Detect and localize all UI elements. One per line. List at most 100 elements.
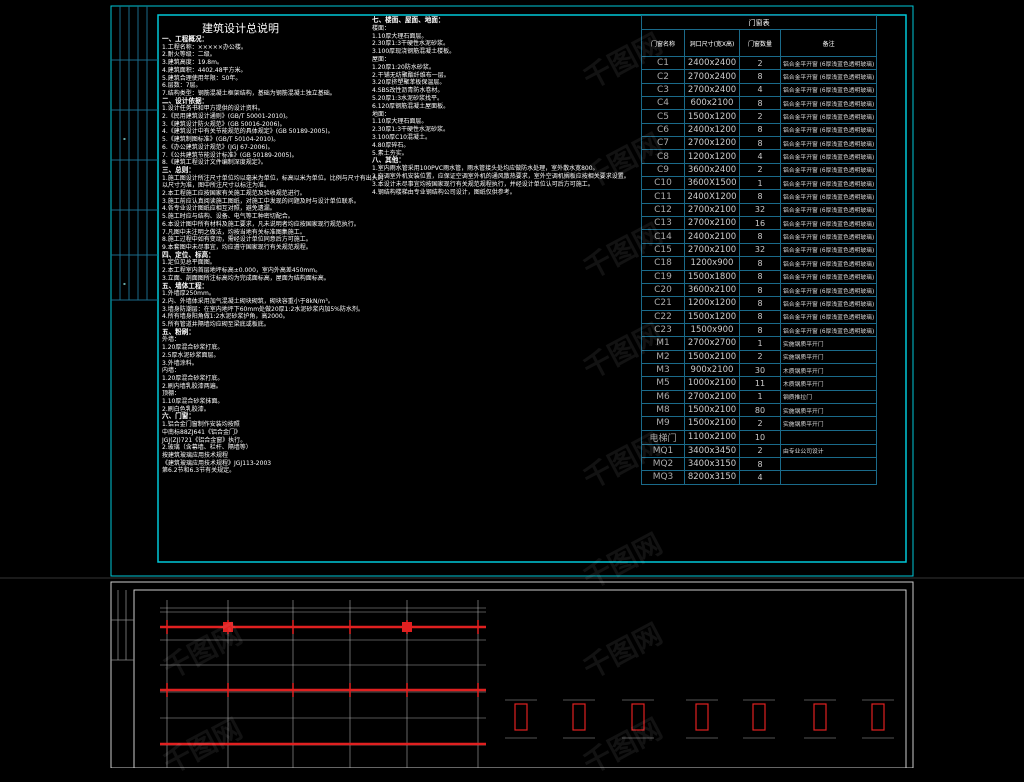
- schedule-size-cell: 2400x1200: [684, 122, 740, 138]
- schedule-qty-cell: 8: [739, 189, 781, 204]
- schedule-remark-cell: 铝合金平开窗 (6厚浅蓝色透明玻璃): [779, 136, 878, 151]
- notes-line: 2.5厚水泥砂浆面层。: [162, 351, 220, 359]
- schedule-row: C21 1200x1200 8 铝合金平开窗 (6厚浅蓝色透明玻璃): [641, 296, 878, 311]
- schedule-remark-cell: 实施钢质平开门: [779, 416, 878, 431]
- notes-line: 1.外墙厚250mm。: [162, 290, 215, 298]
- schedule-qty-cell: 2: [739, 55, 781, 71]
- schedule-size-cell: 1100x2100: [684, 429, 740, 445]
- schedule-header-cell: 洞口尺寸(宽X高): [684, 29, 740, 57]
- schedule-name-cell: C18: [641, 256, 685, 271]
- schedule-row: C1 2400x2400 2 铝合金平开窗 (6厚浅蓝色透明玻璃): [641, 55, 878, 71]
- schedule-row: MQ1 3400x3450 2 由专业公司设计: [641, 443, 878, 458]
- schedule-qty-cell: 2: [739, 162, 781, 178]
- schedule-size-cell: 2400x2400: [684, 55, 740, 71]
- schedule-row: C10 3600X1500 1 铝合金平开窗 (6厚浅蓝色透明玻璃): [641, 176, 878, 191]
- schedule-size-cell: 1200x1200: [684, 296, 740, 311]
- schedule-name-cell: C7: [641, 136, 685, 151]
- schedule-name-cell: M6: [641, 389, 685, 404]
- schedule-row: M1 2700x2700 1 实施钢质平开门: [641, 336, 878, 351]
- schedule-name-cell: C21: [641, 296, 685, 311]
- schedule-remark-cell: 铝合金平开窗 (6厚浅蓝色透明玻璃): [779, 202, 878, 218]
- schedule-row: 电梯门 1100x2100 10: [641, 429, 878, 445]
- schedule-qty-cell: 8: [739, 309, 781, 324]
- notes-line: 1.铝合金门窗制作安装均按照: [162, 421, 240, 429]
- notes-line: 6.层数：7层。: [162, 82, 202, 90]
- schedule-size-cell: 1500x2100: [684, 416, 740, 431]
- schedule-header-row: 门窗名称 洞口尺寸(宽X高) 门窗数量 备注: [641, 29, 878, 57]
- schedule-title: 门窗表: [640, 15, 878, 30]
- beam-plan: [160, 600, 486, 768]
- schedule-name-cell: M2: [641, 349, 685, 364]
- notes-heading: 八、其他：: [372, 156, 405, 165]
- schedule-remark-cell: 铝合金平开窗 (6厚浅蓝色透明玻璃): [779, 216, 878, 231]
- schedule-size-cell: 2700x2100: [684, 389, 740, 404]
- schedule-row: C13 2700x2100 16 铝合金平开窗 (6厚浅蓝色透明玻璃): [641, 216, 878, 231]
- schedule-row: C3 2700x2400 4 铝合金平开窗 (6厚浅蓝色透明玻璃): [641, 82, 878, 98]
- schedule-qty-cell: 80: [739, 402, 781, 418]
- schedule-name-cell: C4: [641, 96, 685, 111]
- notes-line: 顶棚：: [162, 390, 181, 398]
- schedule-size-cell: 3400x3450: [684, 443, 740, 458]
- notes-line: 2.耐火等级：二级。: [162, 51, 216, 59]
- schedule-name-cell: C22: [641, 309, 685, 324]
- notes-line: 8.施工过程中如有变动，需经设计单位同意后方可施工。: [162, 236, 312, 244]
- schedule-row: M6 2700x2100 1 钢质推拉门: [641, 389, 878, 404]
- schedule-qty-cell: 1: [739, 389, 781, 404]
- schedule-size-cell: 1500x1800: [684, 269, 740, 284]
- schedule-remark-cell: 铝合金平开窗 (6厚浅蓝色透明玻璃): [779, 82, 878, 98]
- notes-line: 1.10厚混合砂浆抹面。: [162, 398, 224, 406]
- schedule-qty-cell: 32: [739, 202, 781, 218]
- schedule-qty-cell: 11: [739, 376, 781, 391]
- schedule-size-cell: 900x2100: [684, 362, 740, 378]
- schedule-name-cell: C5: [641, 109, 685, 124]
- schedule-size-cell: 2400x2100: [684, 229, 740, 244]
- schedule-remark-cell: 铝合金平开窗 (6厚浅蓝色透明玻璃): [779, 69, 878, 84]
- schedule-row: C23 1500x900 8 铝合金平开窗 (6厚浅蓝色透明玻璃): [641, 322, 878, 338]
- schedule-size-cell: 8200x3150: [684, 470, 740, 485]
- notes-heading: 一、工程概况：: [162, 35, 209, 43]
- document-title: 建筑设计总说明: [202, 22, 279, 35]
- notes-line: 3.建筑高度：19.8m。: [162, 59, 223, 67]
- schedule-size-cell: 2700x1200: [684, 136, 740, 151]
- notes-line: 4.建筑面积：4402.48平方米。: [162, 66, 247, 74]
- notes-line: 1.20厚混合砂浆打底。: [162, 344, 224, 352]
- schedule-remark-cell: 铝合金平开窗 (6厚浅蓝色透明玻璃): [779, 109, 878, 124]
- notes-line: 内墙：: [162, 367, 181, 375]
- schedule-row: M8 1500x2100 80 实施钢质平开门: [641, 402, 878, 418]
- title-strip-lower: [111, 590, 134, 661]
- notes-heading: 六、门窗：: [162, 412, 195, 421]
- schedule-row: C7 2700x1200 8 铝合金平开窗 (6厚浅蓝色透明玻璃): [641, 136, 878, 151]
- schedule-row: C14 2400x2100 8 铝合金平开窗 (6厚浅蓝色透明玻璃): [641, 229, 878, 244]
- schedule-remark-cell: [779, 429, 878, 445]
- schedule-name-cell: M1: [641, 336, 685, 351]
- schedule-name-cell: M9: [641, 416, 685, 431]
- schedule-qty-cell: 2: [739, 109, 781, 124]
- schedule-row: M2 1500x2100 2 实施钢质平开门: [641, 349, 878, 364]
- notes-heading: 七、楼面、屋面、地面：: [372, 16, 445, 24]
- schedule-remark-cell: [779, 456, 878, 472]
- schedule-size-cell: 600x2100: [684, 96, 740, 111]
- schedule-size-cell: 2400X1200: [684, 189, 740, 204]
- schedule-remark-cell: 铝合金平开窗 (6厚浅蓝色透明玻璃): [779, 96, 878, 111]
- schedule-size-cell: 3600X1500: [684, 176, 740, 191]
- notes-line: 4.《建筑设计中有关节能规范的具体规定》(GB 50189-2005)。: [162, 128, 334, 136]
- schedule-remark-cell: 铝合金平开窗 (6厚浅蓝色透明玻璃): [779, 176, 878, 191]
- notes-line: 4.钢结构楼梯由专业钢结构公司设计，图纸仅供参考。: [372, 188, 516, 196]
- schedule-qty-cell: 30: [739, 362, 781, 378]
- strip-text: ▪: [123, 136, 126, 141]
- schedule-row: C15 2700x2100 32 铝合金平开窗 (6厚浅蓝色透明玻璃): [641, 242, 878, 258]
- sheet-inner-frame-lower: [133, 589, 907, 768]
- schedule-name-cell: C13: [641, 216, 685, 231]
- schedule-name-cell: MQ1: [641, 443, 685, 458]
- schedule-name-cell: C2: [641, 69, 685, 84]
- notes-line: 3.100厚现浇钢筋混凝土楼板。: [372, 48, 456, 56]
- design-notes-right: 七、楼面、屋面、地面： 楼面： 1.10厚大理石面层。 2.30厚1:3干硬性水泥砂浆…: [372, 16, 632, 196]
- schedule-qty-cell: 2: [739, 443, 781, 458]
- schedule-name-cell: MQ3: [641, 470, 685, 485]
- notes-line: 2.30厚1:3干硬性水泥砂浆。: [372, 126, 450, 134]
- schedule-qty-cell: 8: [739, 122, 781, 138]
- schedule-name-cell: C19: [641, 269, 685, 284]
- schedule-row: M3 900x2100 30 木质钢质平开门: [641, 362, 878, 378]
- schedule-name-cell: MQ2: [641, 456, 685, 472]
- schedule-row: C6 2400x1200 8 铝合金平开窗 (6厚浅蓝色透明玻璃): [641, 122, 878, 138]
